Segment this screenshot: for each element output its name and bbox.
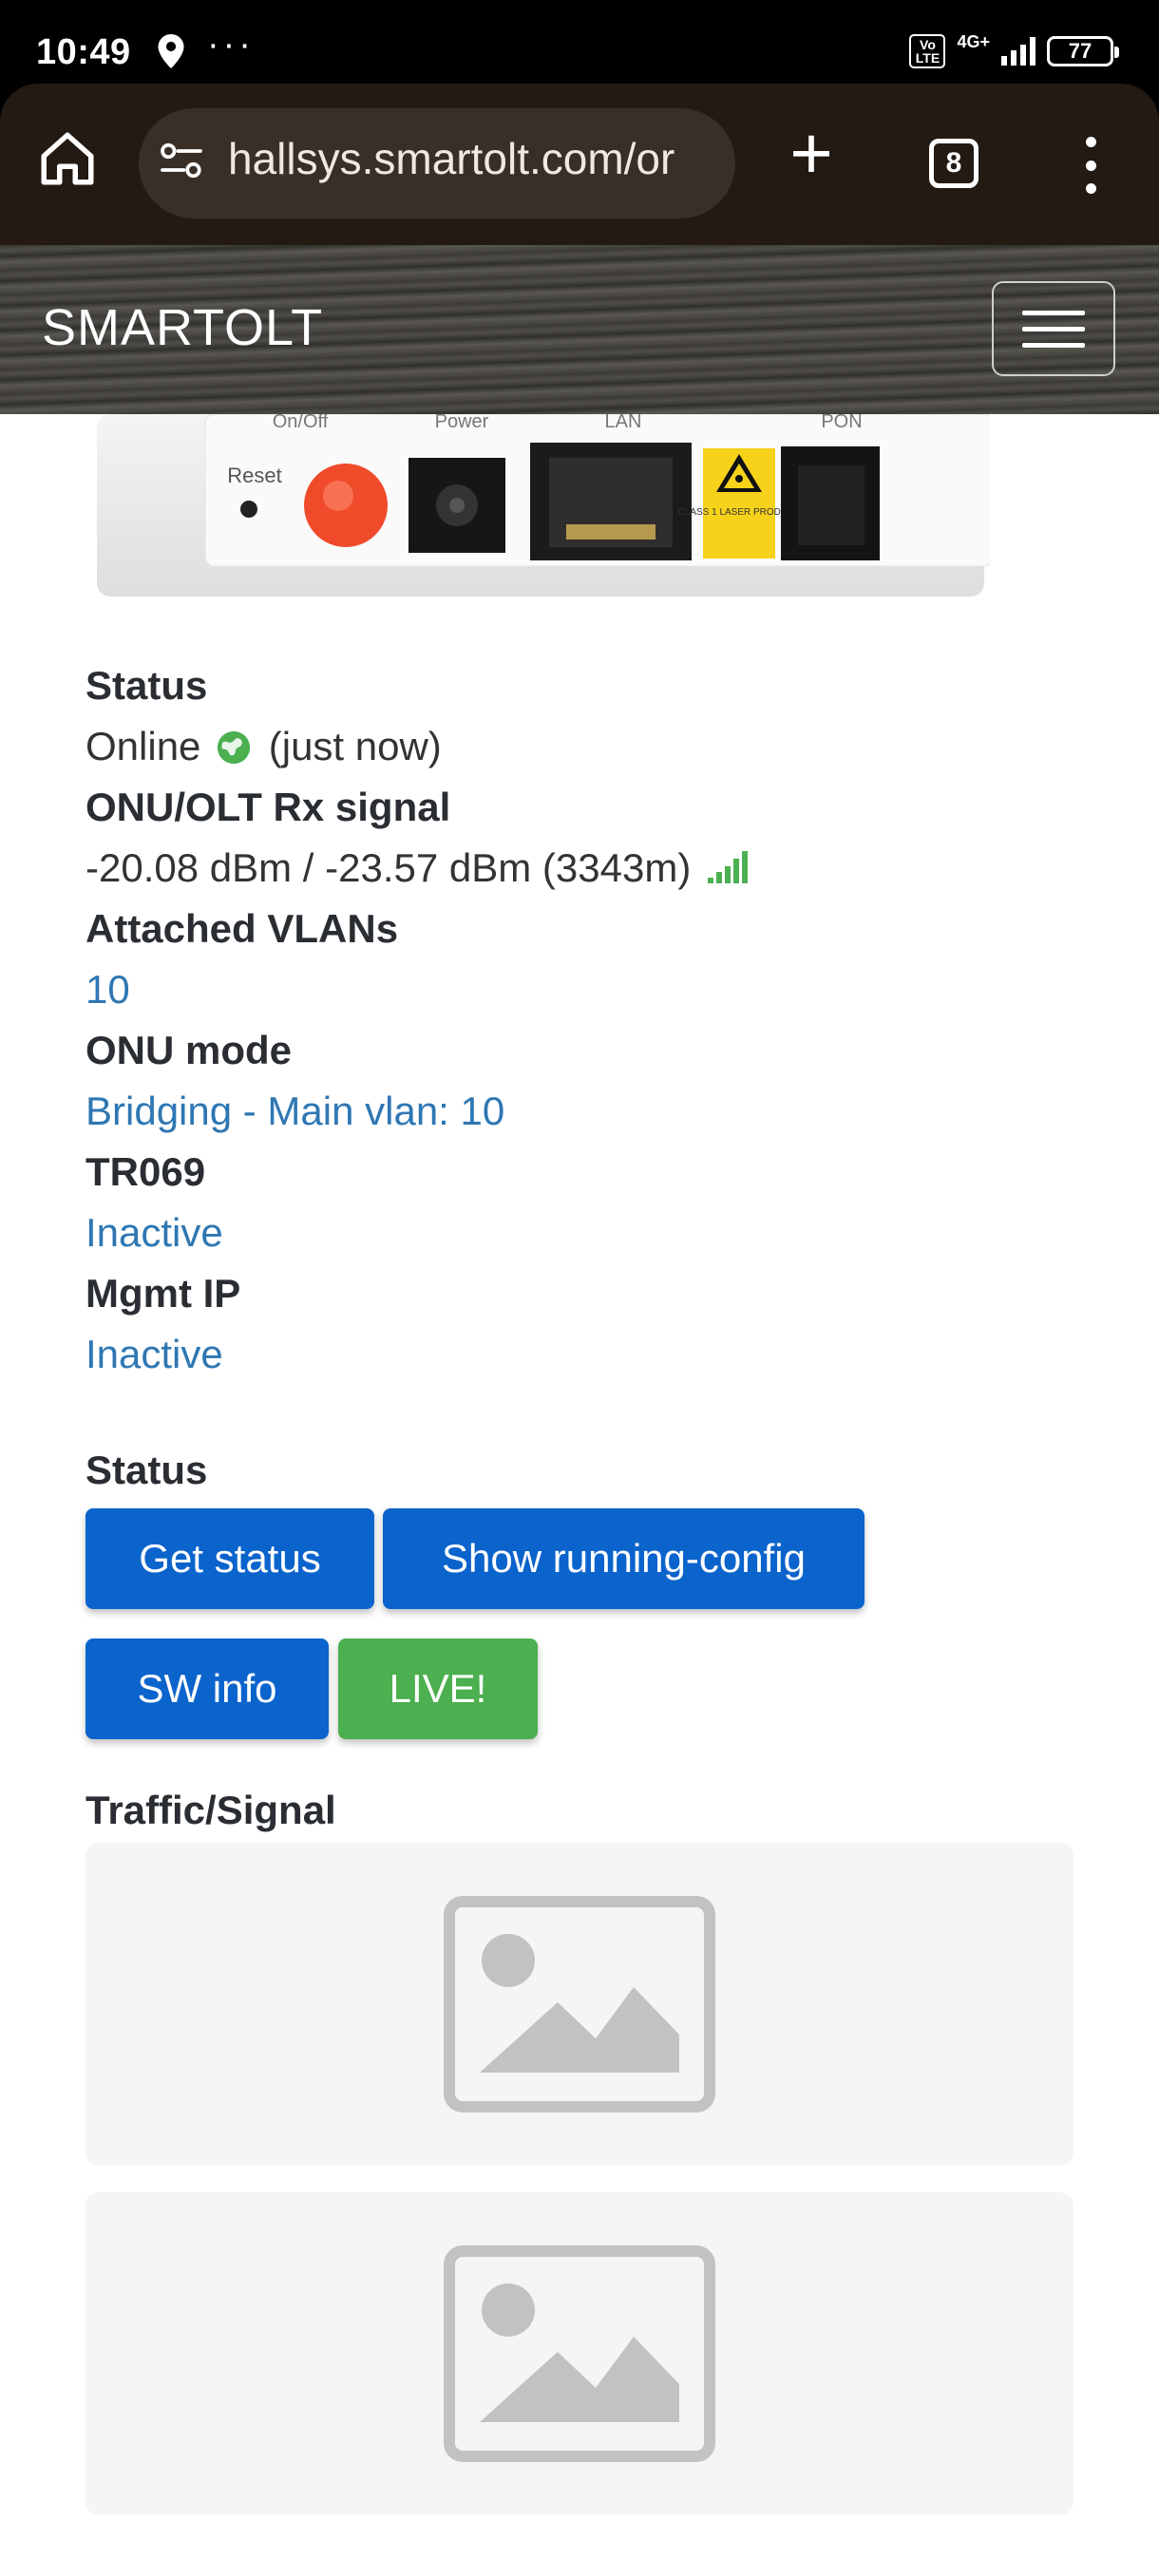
browser-toolbar: hallsys.smartolt.com/or + 8 <box>0 84 1159 245</box>
status-time: (just now) <box>268 724 442 768</box>
actions-heading: Status <box>86 1448 208 1492</box>
label-pon: PON <box>821 414 862 432</box>
volte-icon: Vo LTE <box>909 34 946 68</box>
signal-strength-icon <box>1001 37 1036 66</box>
mgmt-ip-link[interactable]: Inactive <box>86 1324 1074 1385</box>
signal-bars-icon <box>707 851 748 883</box>
status-text: Online <box>86 724 201 768</box>
status-label: Status <box>86 663 208 708</box>
label-power: Power <box>435 414 489 432</box>
label-reset: Reset <box>227 464 281 487</box>
status-value: Online (just now) <box>86 716 1074 777</box>
sw-info-button[interactable]: SW info <box>86 1638 329 1739</box>
mgmt-ip-label: Mgmt IP <box>86 1271 241 1316</box>
location-icon <box>158 34 184 68</box>
tr069-link[interactable]: Inactive <box>86 1203 1074 1263</box>
signal-label: ONU/OLT Rx signal <box>86 785 451 829</box>
signal-value: -20.08 dBm / -23.57 dBm (3343m) <box>86 838 1074 899</box>
clock: 10:49 <box>36 32 131 72</box>
new-tab-icon[interactable]: + <box>777 116 846 190</box>
signal-text: -20.08 dBm / -23.57 dBm (3343m) <box>86 845 692 890</box>
traffic-graph-placeholder <box>86 1843 1074 2166</box>
tr069-label: TR069 <box>86 1149 206 1194</box>
globe-icon <box>217 730 251 765</box>
tab-switcher-button[interactable]: 8 <box>929 139 978 188</box>
onu-device-image: On/Off Power LAN PON Reset CLASS 1 LASER… <box>97 414 990 597</box>
image-placeholder-icon <box>444 2245 715 2462</box>
signal-graph-placeholder <box>86 2192 1074 2515</box>
url-text[interactable]: hallsys.smartolt.com/or <box>228 133 722 184</box>
label-onoff: On/Off <box>273 414 329 432</box>
live-button[interactable]: LIVE! <box>338 1638 538 1739</box>
battery-icon: 77 <box>1047 36 1119 66</box>
site-logo[interactable]: SMARTOLT <box>42 298 323 357</box>
onu-info-list: Status Online (just now) ONU/OLT Rx sign… <box>86 655 1074 1385</box>
network-type: 4G+ <box>957 31 990 51</box>
get-status-button[interactable]: Get status <box>86 1508 374 1609</box>
traffic-signal-heading: Traffic/Signal <box>86 1788 336 1832</box>
home-icon[interactable] <box>36 127 99 190</box>
onu-mode-label: ONU mode <box>86 1028 293 1072</box>
show-running-config-button[interactable]: Show running-config <box>383 1508 864 1609</box>
vlans-link[interactable]: 10 <box>86 959 1074 1020</box>
nav-toggle-button[interactable] <box>992 281 1115 376</box>
onu-mode-link[interactable]: Bridging - Main vlan: 10 <box>86 1081 1074 1142</box>
label-lan: LAN <box>605 414 642 432</box>
image-placeholder-icon <box>444 1896 715 2112</box>
site-settings-icon[interactable] <box>158 137 205 184</box>
browser-menu-icon[interactable] <box>1074 131 1108 199</box>
battery-level: 77 <box>1068 39 1092 63</box>
more-notifications-icon: ··· <box>207 25 255 65</box>
site-header: SMARTOLT <box>0 245 1159 414</box>
system-status-bar: 10:49 ··· Vo LTE 4G+ 77 <box>0 0 1159 84</box>
vlans-label: Attached VLANs <box>86 906 399 951</box>
